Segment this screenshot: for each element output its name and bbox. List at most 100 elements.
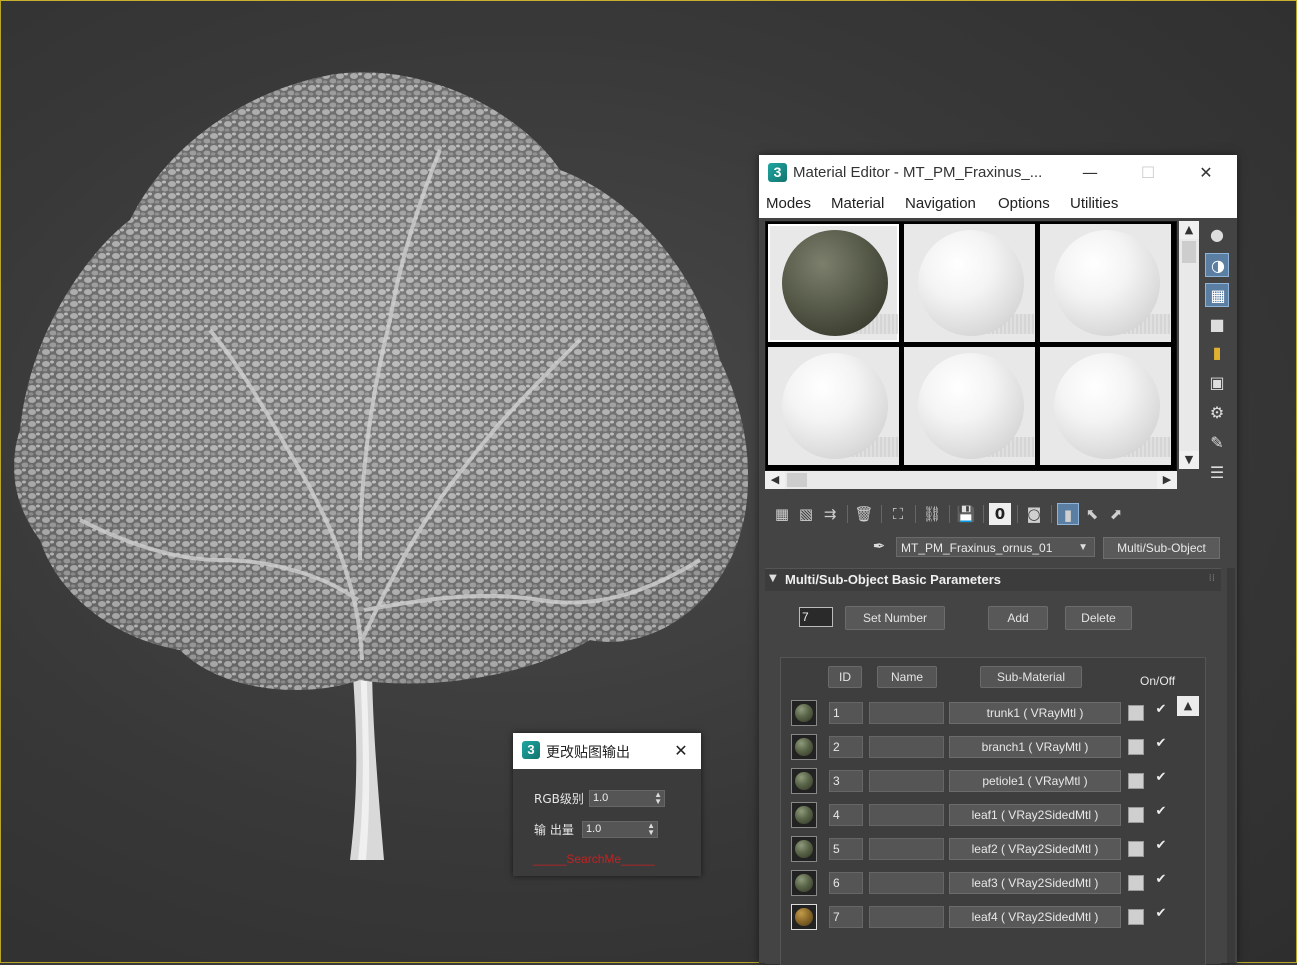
panel-scrollbar[interactable] — [1227, 568, 1235, 963]
color-swatch[interactable] — [1128, 705, 1144, 721]
options-icon[interactable]: ⚙ — [1205, 401, 1229, 425]
id-field[interactable]: 4 — [829, 804, 863, 826]
put-to-library-icon[interactable]: ⛓ — [921, 503, 943, 525]
name-field[interactable] — [869, 736, 944, 758]
sample-slot[interactable] — [1040, 347, 1171, 465]
put-to-scene-icon[interactable]: ▧ — [795, 503, 817, 525]
slots-vertical-scrollbar[interactable]: ▲ ▼ — [1179, 221, 1199, 469]
list-scrollbar[interactable]: ▲ — [1177, 696, 1199, 965]
assign-to-selection-icon[interactable]: ⇉ — [819, 503, 841, 525]
sample-uv-tiling-icon[interactable]: ■ — [1205, 313, 1229, 337]
name-field[interactable] — [869, 770, 944, 792]
sub-material-button[interactable]: leaf1 ( VRay2SidedMtl ) — [949, 804, 1121, 826]
material-name-field[interactable]: MT_PM_Fraxinus_ornus_01 ▼ — [896, 537, 1095, 557]
on-off-checkbox[interactable]: ✔ — [1153, 838, 1169, 858]
name-field[interactable] — [869, 804, 944, 826]
get-material-icon[interactable]: ▦ — [771, 503, 793, 525]
scroll-up-icon[interactable]: ▲ — [1177, 696, 1199, 716]
sub-material-button[interactable]: leaf2 ( VRay2SidedMtl ) — [949, 838, 1121, 860]
id-field[interactable]: 6 — [829, 872, 863, 894]
slots-horizontal-scrollbar[interactable]: ◀ ▶ — [765, 471, 1177, 489]
id-field[interactable]: 7 — [829, 906, 863, 928]
name-field[interactable] — [869, 872, 944, 894]
make-preview-icon[interactable]: ▣ — [1205, 371, 1229, 395]
name-field[interactable] — [869, 838, 944, 860]
menu-options[interactable]: Options — [998, 195, 1050, 212]
go-forward-to-sibling-icon[interactable]: ⬈ — [1105, 503, 1127, 525]
sample-slot[interactable] — [1040, 224, 1171, 342]
col-header-sub-material[interactable]: Sub-Material — [980, 666, 1082, 688]
color-swatch[interactable] — [1128, 875, 1144, 891]
sub-material-button[interactable]: leaf3 ( VRay2SidedMtl ) — [949, 872, 1121, 894]
id-field[interactable]: 3 — [829, 770, 863, 792]
sample-slot[interactable] — [768, 347, 899, 465]
on-off-checkbox[interactable]: ✔ — [1153, 804, 1169, 824]
go-to-parent-icon[interactable]: ⬉ — [1081, 503, 1103, 525]
sample-slot[interactable] — [768, 224, 899, 342]
eyedropper-icon[interactable]: ✒ — [869, 537, 889, 557]
output-amount-spinner[interactable]: 1.0 ▲ ▼ — [582, 821, 658, 838]
scroll-right-icon[interactable]: ▶ — [1157, 471, 1177, 489]
menu-modes[interactable]: Modes — [766, 195, 811, 212]
material-swatch[interactable] — [791, 734, 817, 760]
color-swatch[interactable] — [1128, 909, 1144, 925]
col-header-name[interactable]: Name — [877, 666, 937, 688]
set-number-button[interactable]: Set Number — [845, 606, 945, 630]
reset-map-icon[interactable]: 🗑 — [853, 503, 875, 525]
id-field[interactable]: 1 — [829, 702, 863, 724]
save-icon[interactable]: 💾 — [955, 503, 977, 525]
set-number-input[interactable]: 7 — [799, 607, 833, 627]
on-off-checkbox[interactable]: ✔ — [1153, 736, 1169, 756]
color-swatch[interactable] — [1128, 739, 1144, 755]
material-swatch[interactable] — [791, 836, 817, 862]
color-swatch[interactable] — [1128, 807, 1144, 823]
col-header-id[interactable]: ID — [828, 666, 862, 688]
show-shaded-material-icon[interactable]: ◙ — [1023, 503, 1045, 525]
maximize-button[interactable]: ☐ — [1133, 161, 1163, 185]
material-swatch[interactable] — [791, 870, 817, 896]
on-off-checkbox[interactable]: ✔ — [1153, 872, 1169, 892]
menu-utilities[interactable]: Utilities — [1070, 195, 1118, 212]
on-off-checkbox[interactable]: ✔ — [1153, 702, 1169, 722]
scroll-thumb[interactable] — [1182, 241, 1196, 263]
sub-material-button[interactable]: trunk1 ( VRayMtl ) — [949, 702, 1121, 724]
color-swatch[interactable] — [1128, 841, 1144, 857]
background-checker-icon[interactable]: ▦ — [1205, 283, 1229, 307]
make-unique-icon[interactable]: ⛶ — [887, 503, 909, 525]
rollout-header[interactable]: ▼ Multi/Sub-Object Basic Parameters ⁞⁞ — [765, 569, 1221, 591]
close-button[interactable]: ✕ — [1191, 161, 1221, 185]
close-icon[interactable]: ✕ — [669, 739, 693, 763]
name-field[interactable] — [869, 702, 944, 724]
scroll-thumb[interactable] — [787, 473, 807, 487]
sub-material-button[interactable]: petiole1 ( VRayMtl ) — [949, 770, 1121, 792]
search-link[interactable]: _____SearchMe_____ — [533, 852, 654, 866]
material-type-button[interactable]: Multi/Sub-Object — [1103, 537, 1220, 559]
menu-material[interactable]: Material — [831, 195, 884, 212]
material-swatch[interactable] — [791, 904, 817, 930]
sub-material-button[interactable]: branch1 ( VRayMtl ) — [949, 736, 1121, 758]
sample-type-icon[interactable]: ● — [1205, 223, 1229, 247]
minimize-button[interactable]: — — [1075, 161, 1105, 185]
on-off-checkbox[interactable]: ✔ — [1153, 770, 1169, 790]
id-field[interactable]: 2 — [829, 736, 863, 758]
scroll-down-icon[interactable]: ▼ — [1179, 451, 1199, 469]
show-end-result-icon[interactable]: ▮ — [1057, 503, 1079, 525]
menu-navigation[interactable]: Navigation — [905, 195, 976, 212]
sub-material-button[interactable]: leaf4 ( VRay2SidedMtl ) — [949, 906, 1121, 928]
material-swatch[interactable] — [791, 802, 817, 828]
material-map-navigator-icon[interactable]: ☰ — [1205, 461, 1229, 485]
name-field[interactable] — [869, 906, 944, 928]
video-color-check-icon[interactable]: ▮ — [1205, 341, 1229, 365]
on-off-checkbox[interactable]: ✔ — [1153, 906, 1169, 926]
backlight-icon[interactable]: ◑ — [1205, 253, 1229, 277]
material-id-channel-icon[interactable]: 0 — [989, 503, 1011, 525]
select-by-material-icon[interactable]: ✎ — [1205, 431, 1229, 455]
id-field[interactable]: 5 — [829, 838, 863, 860]
dialog-title-bar[interactable]: 3 更改贴图输出 ✕ — [513, 733, 701, 769]
material-swatch[interactable] — [791, 768, 817, 794]
scroll-left-icon[interactable]: ◀ — [765, 471, 785, 489]
sample-slot[interactable] — [904, 347, 1035, 465]
rgb-level-spinner[interactable]: 1.0 ▲ ▼ — [589, 790, 665, 807]
sample-slot[interactable] — [904, 224, 1035, 342]
title-bar[interactable]: 3 Material Editor - MT_PM_Fraxinus_... —… — [759, 155, 1237, 191]
